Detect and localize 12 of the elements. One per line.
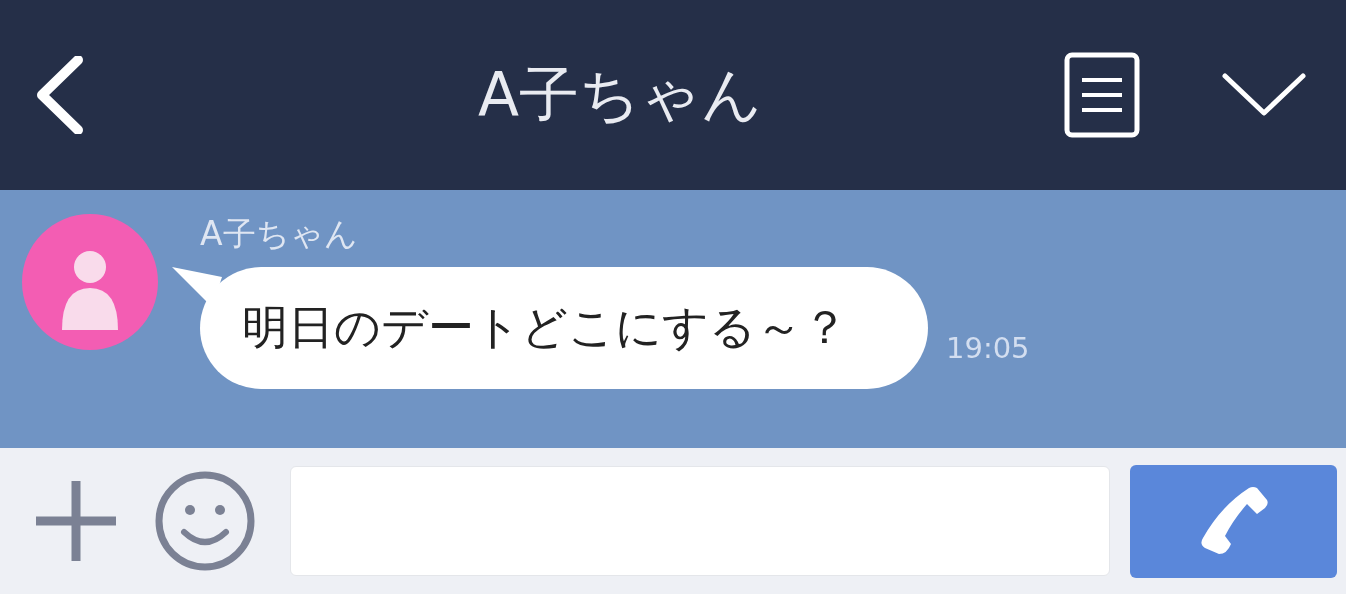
call-button[interactable] bbox=[1130, 464, 1337, 578]
back-icon[interactable] bbox=[34, 56, 86, 134]
plus-icon[interactable] bbox=[34, 479, 118, 563]
sender-name: A子ちゃん bbox=[200, 213, 359, 255]
message-time: 19:05 bbox=[946, 331, 1030, 365]
avatar[interactable] bbox=[20, 212, 160, 352]
message-bubble: 明日のデートどこにする～？ bbox=[200, 267, 928, 389]
emoji-icon[interactable] bbox=[154, 470, 256, 572]
message-input-field[interactable] bbox=[290, 466, 1110, 576]
notes-icon[interactable] bbox=[1064, 52, 1140, 138]
chat-title: A子ちゃん bbox=[476, 57, 763, 131]
chevron-down-icon[interactable] bbox=[1222, 73, 1306, 117]
